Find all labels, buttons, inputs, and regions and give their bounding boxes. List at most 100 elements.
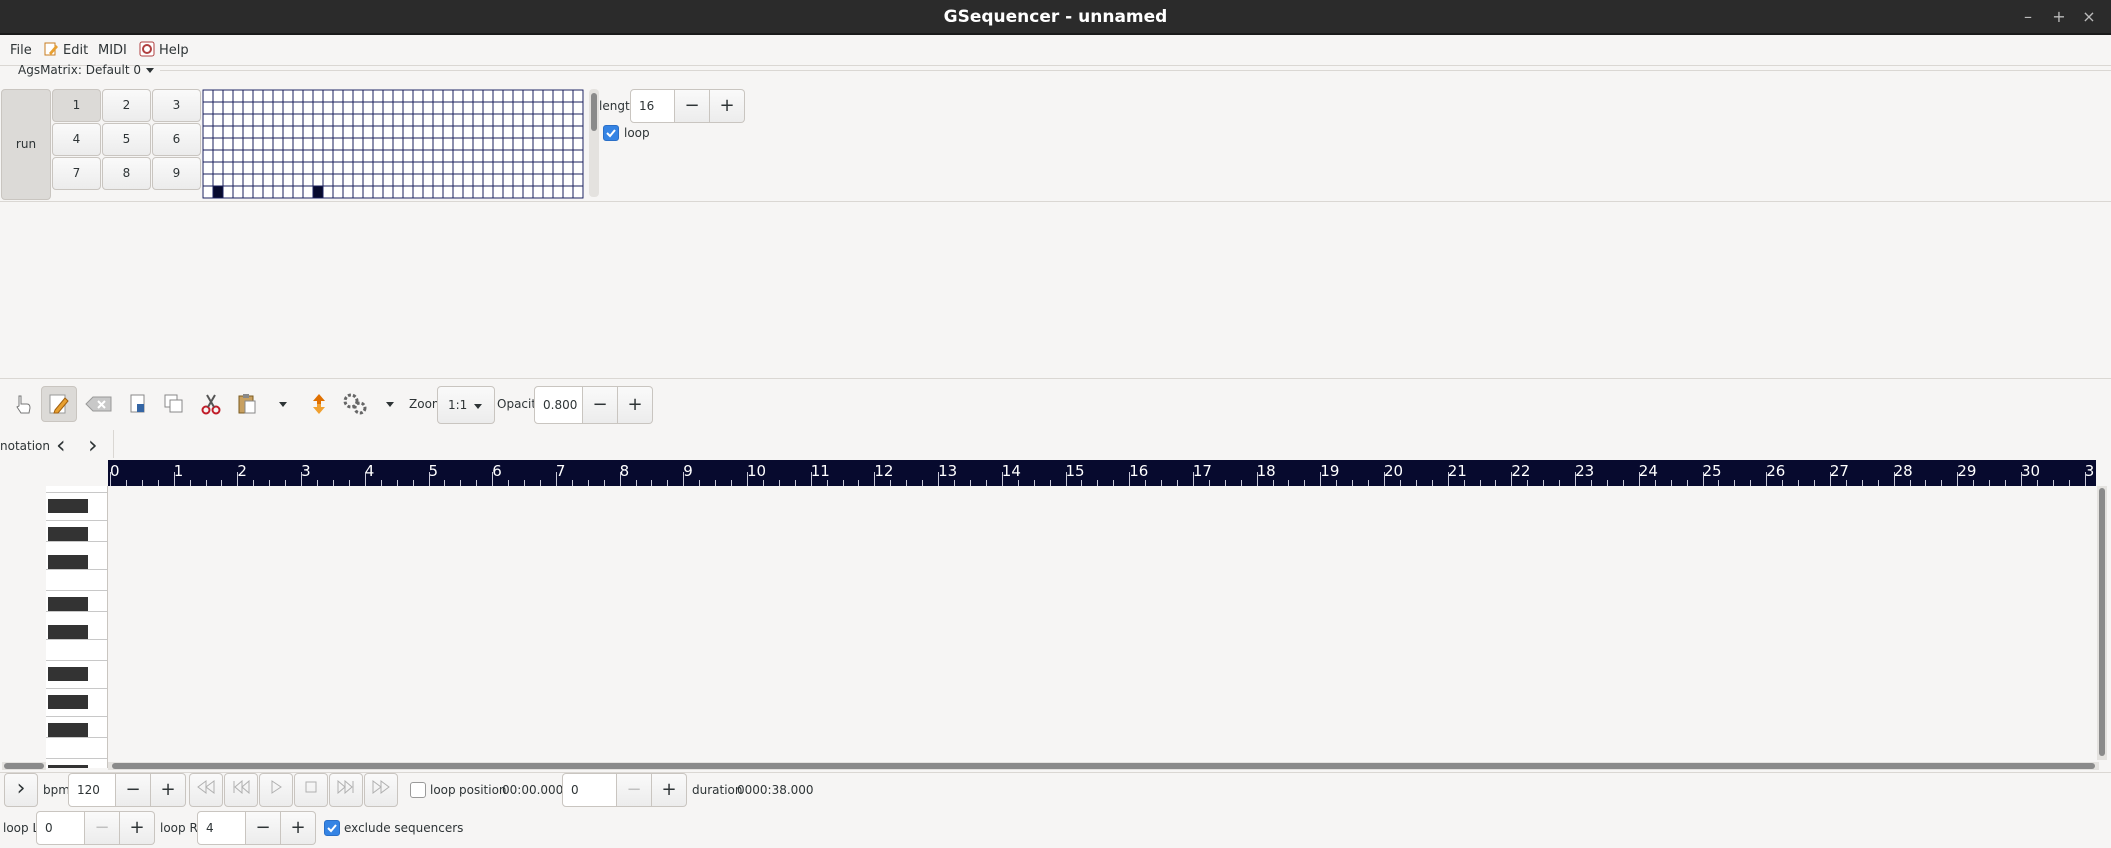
piano-scrollbar-thumb[interactable]: [4, 763, 44, 769]
pad-button-9[interactable]: 9: [152, 157, 201, 190]
pad-button-3[interactable]: 3: [152, 89, 201, 122]
pattern-cell: [542, 113, 554, 127]
fast-forward-button[interactable]: [364, 773, 398, 807]
cut-button[interactable]: [193, 386, 229, 422]
pattern-cell: [242, 137, 254, 151]
piano-black-key[interactable]: [48, 597, 88, 611]
machine-menu-dropdown[interactable]: [144, 64, 156, 79]
bpm-decrease-button[interactable]: −: [116, 773, 151, 807]
position-increase-button[interactable]: +: [652, 773, 687, 807]
zoom-select[interactable]: 1:1: [437, 386, 495, 424]
pattern-cell: [402, 89, 414, 103]
paste-options-dropdown[interactable]: [268, 386, 298, 422]
pad-button-5[interactable]: 5: [102, 123, 151, 156]
play-button[interactable]: [259, 773, 293, 807]
vertical-scrollbar[interactable]: [2097, 486, 2107, 760]
piano-black-key[interactable]: [48, 723, 88, 737]
bpm-input[interactable]: 120: [68, 773, 116, 807]
pattern-cell: [552, 149, 564, 163]
pattern-cell: [292, 137, 304, 151]
edit-tool-button[interactable]: [41, 386, 77, 422]
loop-left-decrease-button[interactable]: −: [85, 811, 120, 845]
length-decrease-button[interactable]: −: [675, 89, 710, 123]
tools-button[interactable]: [337, 386, 373, 422]
grid-scrollbar[interactable]: [589, 89, 599, 197]
pad-button-6[interactable]: 6: [152, 123, 201, 156]
expand-button[interactable]: ›: [4, 773, 38, 807]
vertical-scrollbar-thumb[interactable]: [2099, 488, 2105, 756]
menu-midi[interactable]: MIDI: [98, 36, 127, 66]
piano-black-key[interactable]: [48, 527, 88, 541]
pattern-cell: [352, 113, 364, 127]
loop-right-input[interactable]: 4: [197, 811, 246, 845]
pad-button-7[interactable]: 7: [52, 157, 101, 190]
pad-button-4[interactable]: 4: [52, 123, 101, 156]
opacity-decrease-button[interactable]: −: [583, 386, 618, 424]
clear-tool-button[interactable]: [81, 386, 117, 422]
grid-scrollbar-thumb[interactable]: [591, 93, 597, 131]
stop-button[interactable]: [294, 773, 328, 807]
machine-loop-checkbox[interactable]: [603, 125, 619, 141]
run-button[interactable]: run: [1, 89, 51, 200]
loop-right-increase-button[interactable]: +: [281, 811, 316, 845]
piano-black-key[interactable]: [48, 555, 88, 569]
pad-button-8[interactable]: 8: [102, 157, 151, 190]
transport-loop-checkbox[interactable]: [410, 782, 426, 798]
invert-button[interactable]: [301, 386, 337, 422]
rewind-button[interactable]: [189, 773, 223, 807]
select-tool-button[interactable]: [120, 386, 156, 422]
menu-file[interactable]: File: [10, 36, 32, 66]
notation-prev-button[interactable]: ‹: [56, 432, 66, 458]
notation-next-button[interactable]: ›: [88, 432, 98, 458]
loop-left-increase-button[interactable]: +: [120, 811, 155, 845]
minimize-button[interactable]: –: [2017, 6, 2039, 28]
loop-right-decrease-button[interactable]: −: [246, 811, 281, 845]
exclude-sequencers-checkbox[interactable]: [324, 820, 340, 836]
piano-black-key[interactable]: [48, 695, 88, 709]
menu-edit[interactable]: Edit: [43, 36, 88, 66]
position-tool-button[interactable]: [5, 386, 41, 422]
machine-header[interactable]: AgsMatrix: Default 0: [18, 64, 141, 76]
pattern-grid[interactable]: [202, 89, 588, 199]
piano-black-key[interactable]: [48, 499, 88, 513]
pattern-cell: [392, 137, 404, 151]
tools-dropdown[interactable]: [375, 386, 405, 422]
position-decrease-button[interactable]: −: [617, 773, 652, 807]
piano-black-key[interactable]: [48, 667, 88, 681]
piano-keyboard[interactable]: [46, 486, 108, 768]
close-button[interactable]: ×: [2078, 6, 2100, 28]
loop-left-input[interactable]: 0: [36, 811, 85, 845]
pad-button-2[interactable]: 2: [102, 89, 151, 122]
paste-button[interactable]: [229, 386, 265, 422]
pattern-cell: [522, 137, 534, 151]
skip-start-button[interactable]: [224, 773, 258, 807]
pattern-cell: [492, 89, 504, 103]
pattern-cell: [502, 173, 514, 187]
piano-black-key[interactable]: [48, 625, 88, 639]
copy-button[interactable]: [156, 386, 192, 422]
length-input[interactable]: 16: [630, 89, 675, 123]
piano-scrollbar[interactable]: [2, 762, 46, 770]
note-edit-area[interactable]: [108, 486, 2099, 758]
pattern-cell: [572, 125, 584, 139]
opacity-increase-button[interactable]: +: [618, 386, 653, 424]
help-icon: [139, 39, 155, 57]
pad-button-1[interactable]: 1: [52, 89, 101, 122]
pattern-cell: [222, 161, 234, 175]
maximize-button[interactable]: +: [2048, 6, 2070, 28]
position-input[interactable]: 0: [562, 773, 617, 807]
skip-end-button[interactable]: [329, 773, 363, 807]
bpm-increase-button[interactable]: +: [151, 773, 186, 807]
length-increase-button[interactable]: +: [710, 89, 745, 123]
pattern-cell: [522, 89, 534, 103]
ruler-major-tick: [1702, 472, 1704, 486]
piano-white-key-edge: [46, 639, 107, 640]
pattern-cell: [442, 125, 454, 139]
opacity-input[interactable]: 0.800: [534, 386, 583, 424]
piano-black-key[interactable]: [48, 765, 88, 768]
timeline-ruler[interactable]: 0 1 2 3 4 5 6 7 8 9 10 11 12 13 14 15 16 17 18 19 20 21 22 23 24…: [108, 460, 2096, 486]
horizontal-scrollbar-thumb[interactable]: [112, 763, 2095, 769]
menu-help[interactable]: Help: [139, 36, 189, 66]
horizontal-scrollbar[interactable]: [108, 762, 2099, 770]
pattern-cell: [202, 173, 214, 187]
